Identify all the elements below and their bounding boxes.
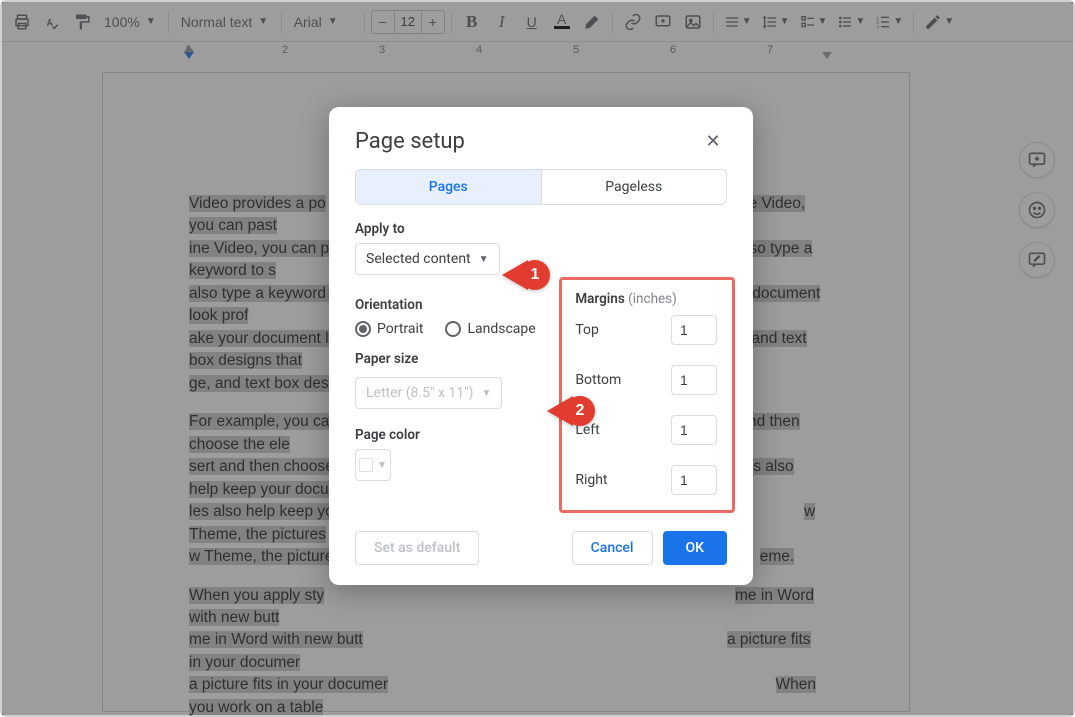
apply-to-label: Apply to (355, 221, 727, 237)
margin-bottom-input[interactable] (671, 365, 717, 395)
tab-pages[interactable]: Pages (356, 170, 541, 204)
page-setup-dialog: Page setup ✕ Pages Pageless Apply to Sel… (329, 107, 753, 585)
orientation-label: Orientation (355, 297, 552, 313)
paper-size-dropdown: Letter (8.5" x 11") ▼ (355, 377, 502, 409)
dialog-tabs: Pages Pageless (355, 169, 727, 205)
close-icon[interactable]: ✕ (699, 127, 727, 155)
tab-pageless[interactable]: Pageless (541, 170, 727, 204)
chevron-down-icon: ▼ (377, 460, 387, 471)
margin-right-label: Right (575, 472, 607, 488)
cancel-button[interactable]: Cancel (572, 531, 653, 565)
apply-to-value: Selected content (366, 251, 471, 267)
set-as-default-button: Set as default (355, 531, 479, 565)
annotation-callout-1: 1 (502, 260, 550, 290)
margin-right-input[interactable] (671, 465, 717, 495)
margin-top-label: Top (575, 322, 599, 338)
orientation-portrait-radio[interactable]: Portrait (355, 321, 423, 337)
paper-size-label: Paper size (355, 351, 552, 367)
orientation-landscape-radio[interactable]: Landscape (445, 321, 535, 337)
margin-bottom-label: Bottom (575, 372, 621, 388)
margins-label: Margins (inches) (575, 291, 717, 307)
apply-to-dropdown[interactable]: Selected content ▼ (355, 243, 500, 275)
annotation-callout-2: 2 (547, 396, 595, 426)
chevron-down-icon: ▼ (481, 388, 491, 399)
page-color-label: Page color (355, 427, 552, 443)
margin-left-input[interactable] (671, 415, 717, 445)
orientation-portrait-label: Portrait (377, 321, 423, 337)
radio-icon (355, 321, 371, 337)
orientation-landscape-label: Landscape (467, 321, 535, 337)
paper-size-value: Letter (8.5" x 11") (366, 385, 473, 401)
ok-button[interactable]: OK (663, 531, 728, 565)
radio-icon (445, 321, 461, 337)
chevron-down-icon: ▼ (479, 254, 489, 265)
color-swatch-icon (359, 458, 373, 472)
margin-top-input[interactable] (671, 315, 717, 345)
dialog-title: Page setup (355, 129, 465, 154)
page-color-dropdown: ▼ (355, 449, 391, 481)
